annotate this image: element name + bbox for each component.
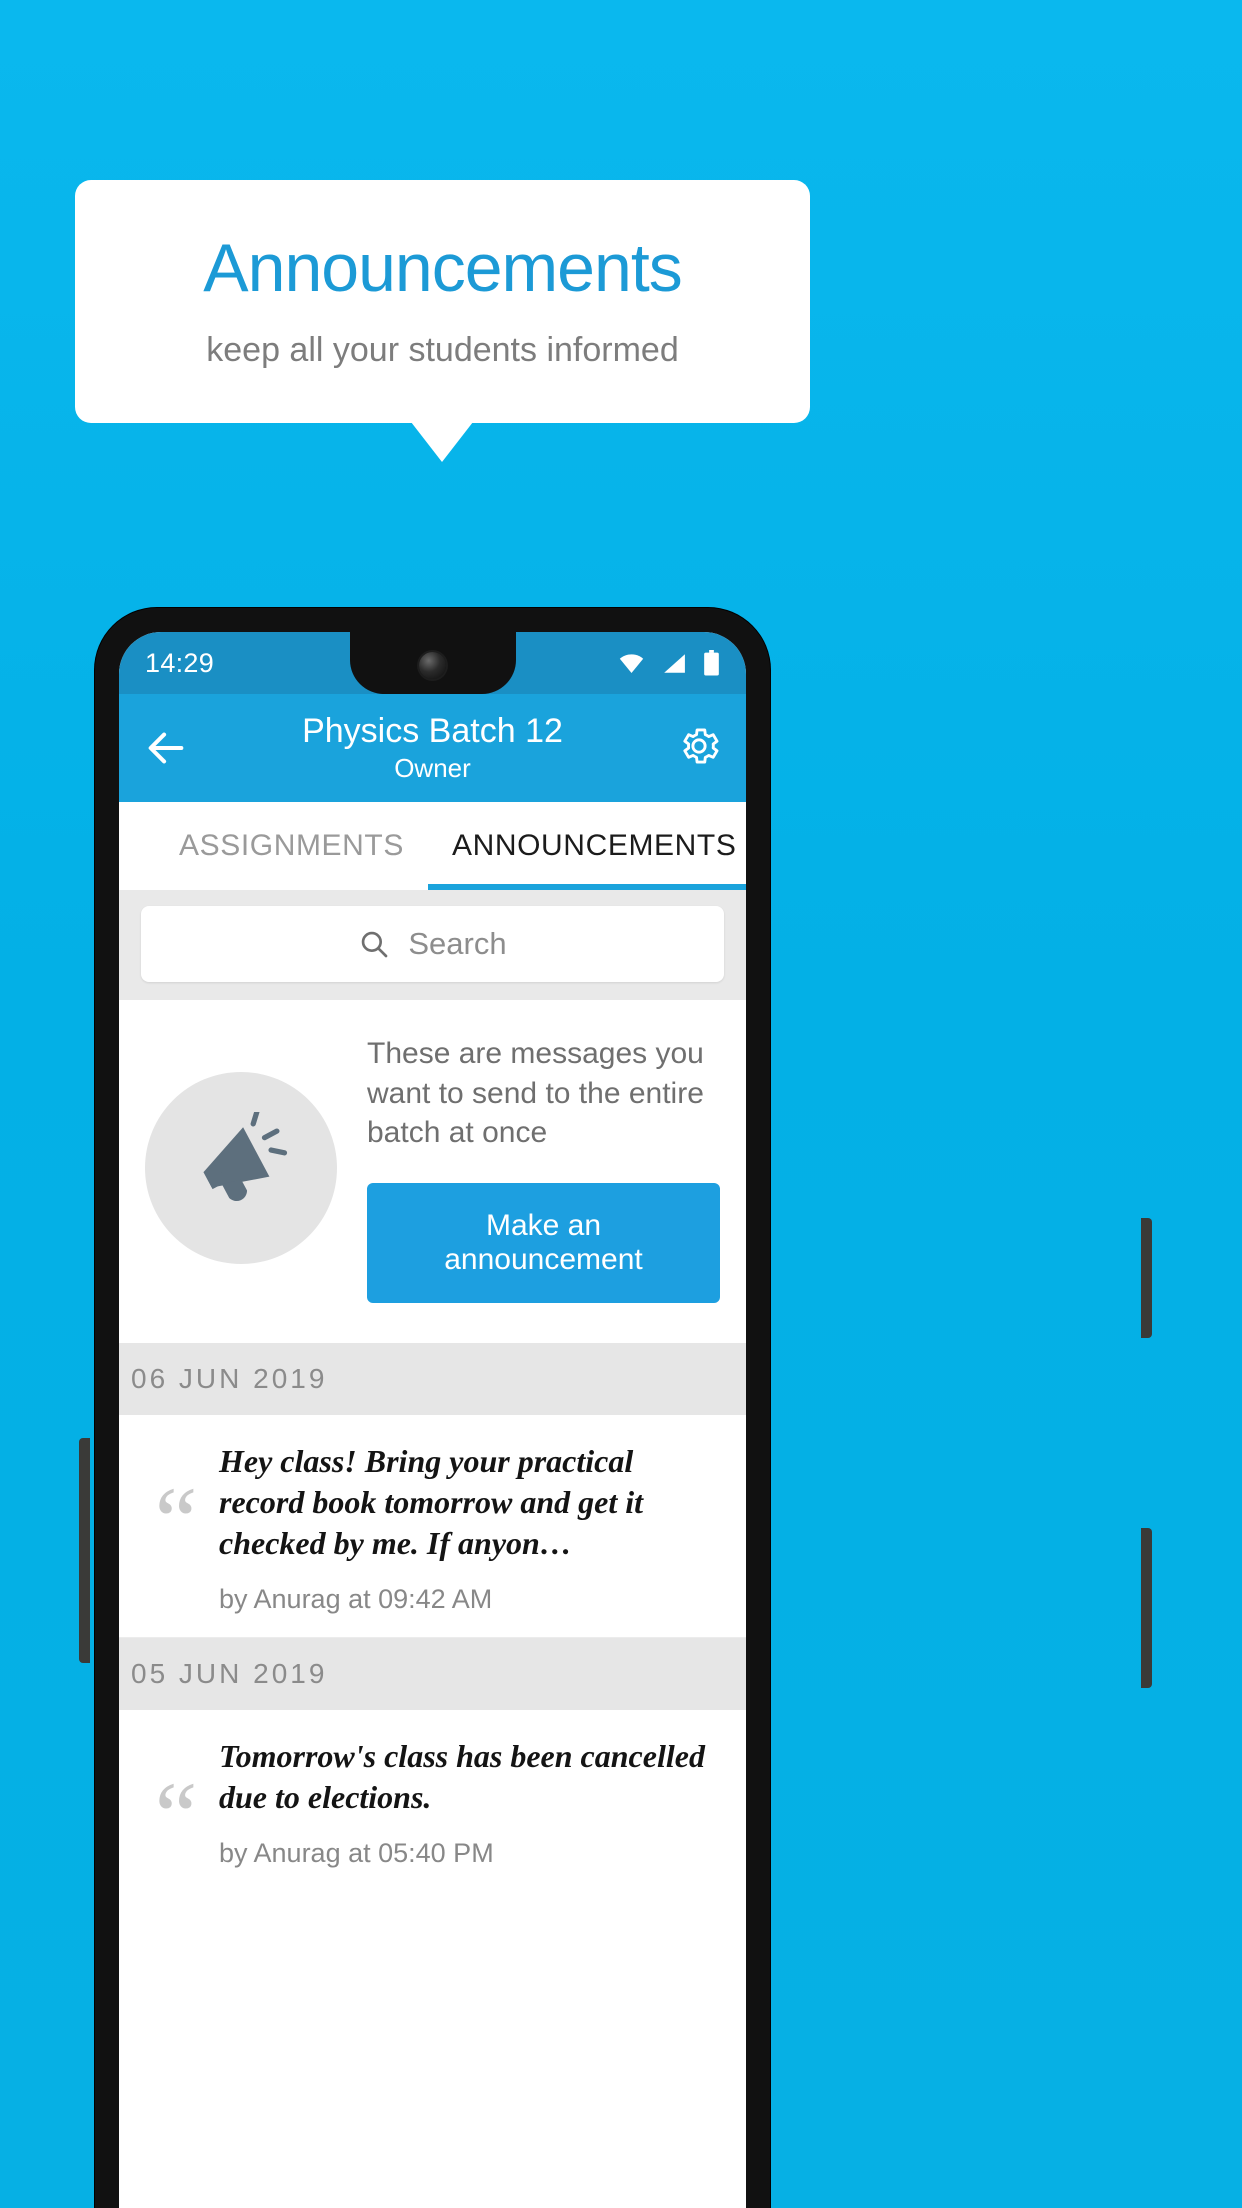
quote-icon: “ [154,1761,198,1869]
promo-subtitle: keep all your students informed [206,330,679,369]
tab-assignments[interactable]: ASSIGNMENTS [155,802,428,890]
status-bar: 14:29 [119,632,746,694]
back-arrow-icon[interactable] [143,725,189,771]
tab-bar: ASSIGNMENTS ANNOUNCEMENTS TESTS ’ [119,802,746,890]
promo-description: These are messages you want to send to t… [367,1037,704,1150]
status-time: 14:29 [145,647,215,678]
phone-screen: 14:29 Physics Batch 12 Owner ASSIGNMENTS… [119,632,746,2208]
search-zone: Search [119,890,746,1000]
app-bar-subtitle: Owner [394,753,471,783]
search-box[interactable]: Search [141,906,724,982]
promo-callout: Announcements keep all your students inf… [75,180,810,423]
announcement-text: Hey class! Bring your practical record b… [219,1442,644,1561]
date-header: 06 JUN 2019 [119,1342,746,1415]
search-placeholder: Search [408,926,507,961]
announcement-item[interactable]: “ Hey class! Bring your practical record… [119,1414,746,1637]
announcement-meta: by Anurag at 09:42 AM [219,1583,493,1614]
promo-title: Announcements [203,230,682,307]
make-announcement-button[interactable]: Make an announcement [367,1182,720,1303]
megaphone-icon [203,1112,288,1202]
battery-icon [704,650,719,676]
phone-side-button-right-upper [1141,1218,1152,1338]
date-header: 05 JUN 2019 [119,1637,746,1710]
gear-icon[interactable] [676,723,722,769]
megaphone-badge [145,1072,337,1265]
announcement-item[interactable]: “ Tomorrow's class has been cancelled du… [119,1709,746,1891]
phone-notch [349,632,516,694]
quote-icon: “ [154,1466,198,1574]
phone-frame: 14:29 Physics Batch 12 Owner ASSIGNMENTS… [95,608,770,2208]
app-bar-title: Physics Batch 12 [302,712,563,750]
tab-announcements[interactable]: ANNOUNCEMENTS [427,802,746,890]
promo-callout-tail [411,422,473,462]
announcement-text: Tomorrow's class has been cancelled due … [219,1737,705,1815]
announcement-promo: These are messages you want to send to t… [119,1000,746,1343]
wifi-icon [619,654,644,673]
phone-side-button-left [79,1438,90,1663]
phone-side-button-right-lower [1141,1528,1152,1688]
app-bar: Physics Batch 12 Owner [119,694,746,802]
front-camera-icon [419,652,446,679]
signal-icon [664,653,685,673]
search-icon [362,931,388,958]
announcement-meta: by Anurag at 05:40 PM [219,1837,494,1868]
